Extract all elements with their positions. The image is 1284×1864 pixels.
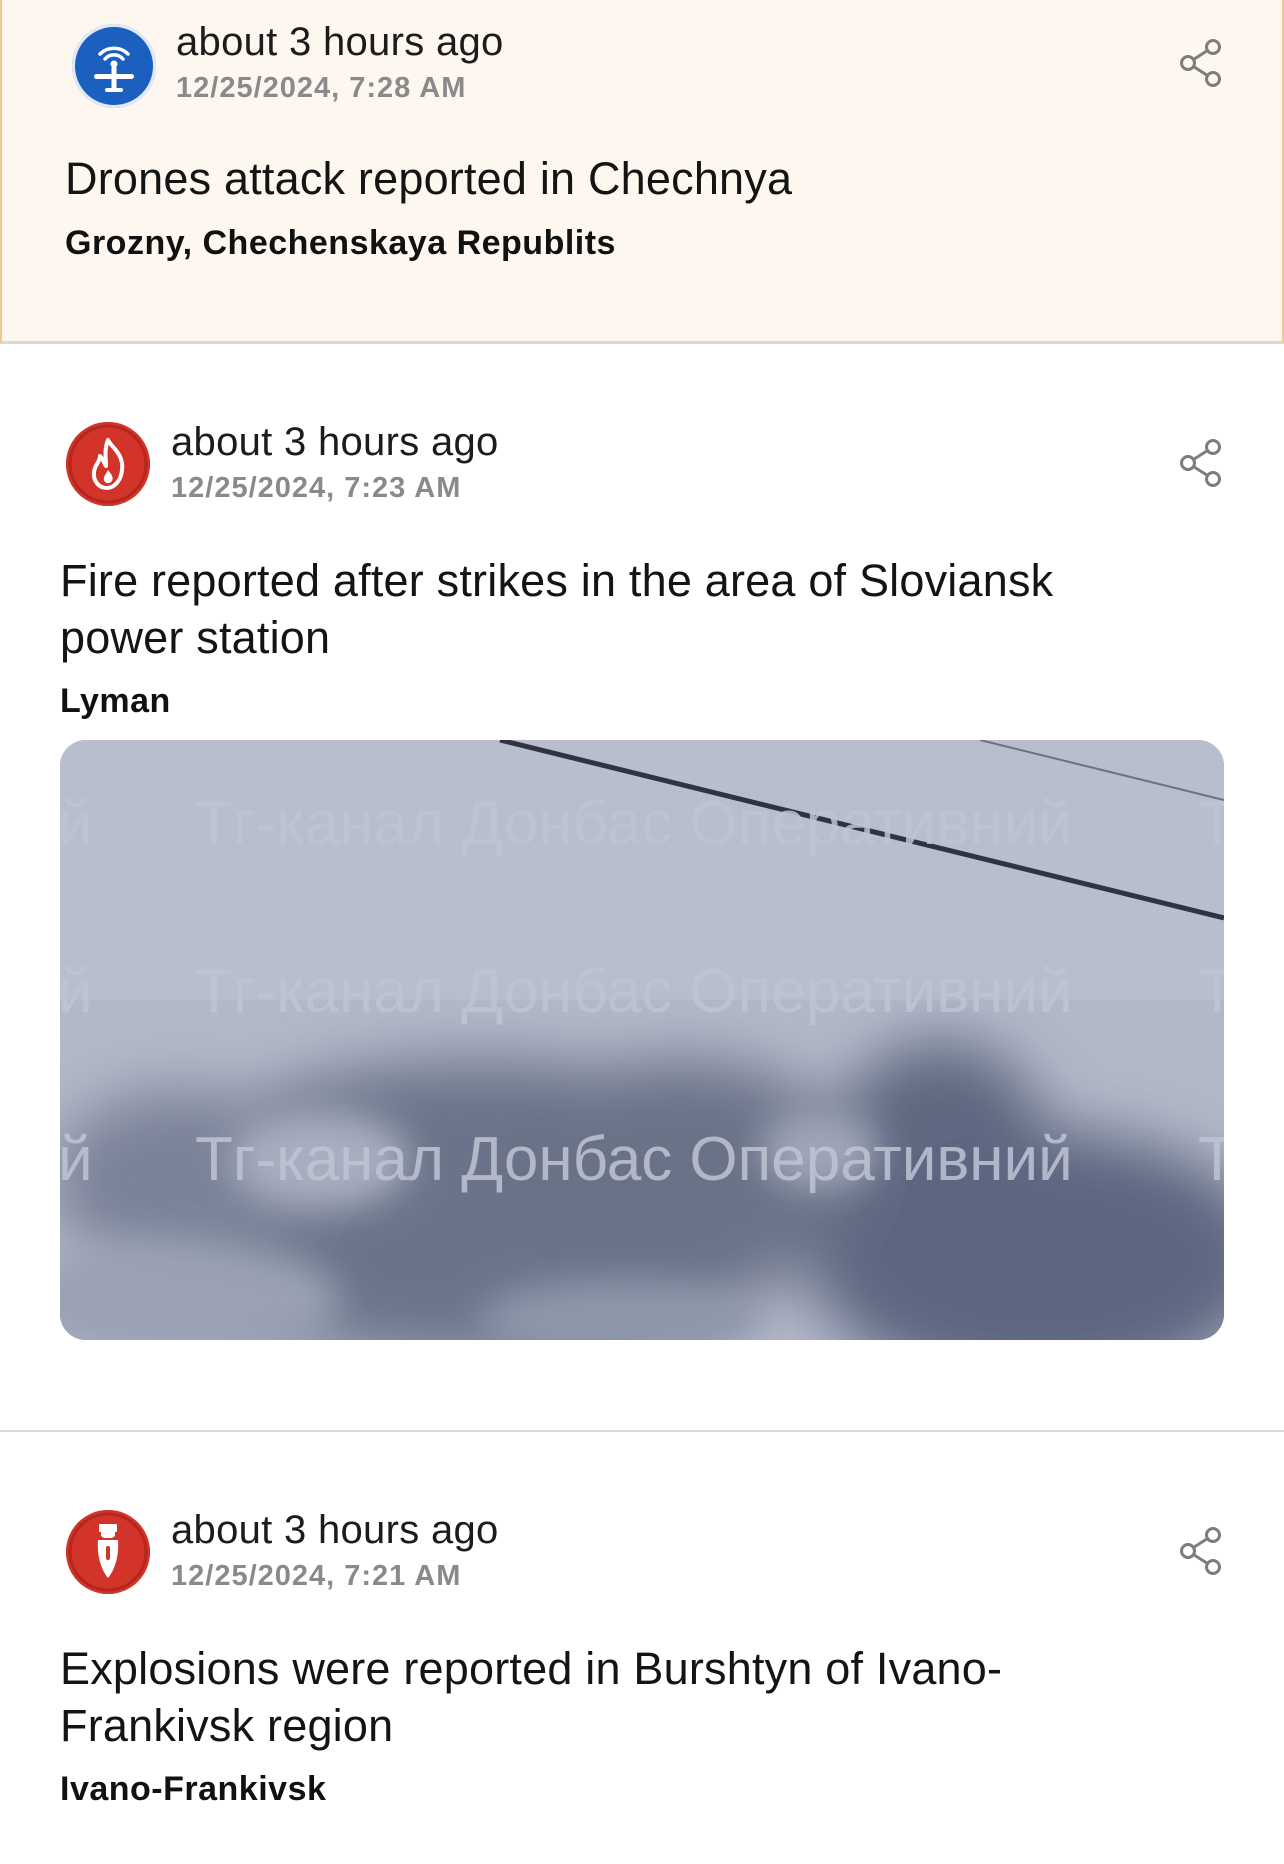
event-location: Ivano-Frankivsk (60, 1770, 327, 1808)
photo-watermark: й Тг-канал Донбас Оперативний Т (60, 789, 1224, 858)
fire-icon (66, 422, 150, 506)
event-time-relative: about 3 hours ago (171, 1508, 499, 1552)
drone-icon (72, 24, 156, 108)
event-title[interactable]: Explosions were reported in Burshtyn of … (60, 1640, 1120, 1754)
bomb-icon (66, 1510, 150, 1594)
event-photo[interactable]: й Тг-канал Донбас Оперативний Т й Тг-кан… (60, 740, 1224, 1340)
event-title[interactable]: Fire reported after strikes in the area … (60, 552, 1180, 666)
photo-watermark: й Тг-канал Донбас Оперативний Т (60, 957, 1224, 1026)
share-button[interactable] (1178, 38, 1224, 88)
event-card-explosions-burshtyn[interactable]: about 3 hours ago 12/25/2024, 7:21 AM Ex… (0, 1432, 1284, 1864)
event-time-absolute: 12/25/2024, 7:23 AM (171, 472, 462, 504)
event-time-absolute: 12/25/2024, 7:28 AM (176, 72, 467, 104)
share-icon (1180, 439, 1221, 487)
event-feed: about 3 hours ago 12/25/2024, 7:28 AM Dr… (0, 0, 1284, 1864)
share-button[interactable] (1178, 1526, 1224, 1576)
event-title[interactable]: Drones attack reported in Chechnya (65, 150, 1185, 207)
event-time-absolute: 12/25/2024, 7:21 AM (171, 1560, 462, 1592)
event-location: Lyman (60, 682, 171, 720)
photo-watermark: й Тг-канал Донбас Оперативний Т (60, 1125, 1224, 1194)
event-time-relative: about 3 hours ago (171, 420, 499, 464)
share-icon (1180, 1527, 1221, 1575)
share-button[interactable] (1178, 438, 1224, 488)
event-location: Grozny, Chechenskaya Republits (65, 224, 616, 262)
event-card-fire-sloviansk[interactable]: about 3 hours ago 12/25/2024, 7:23 AM Fi… (0, 344, 1284, 1432)
share-icon (1180, 39, 1221, 87)
event-card-drones-chechnya[interactable]: about 3 hours ago 12/25/2024, 7:28 AM Dr… (0, 0, 1284, 344)
event-time-relative: about 3 hours ago (176, 20, 504, 64)
